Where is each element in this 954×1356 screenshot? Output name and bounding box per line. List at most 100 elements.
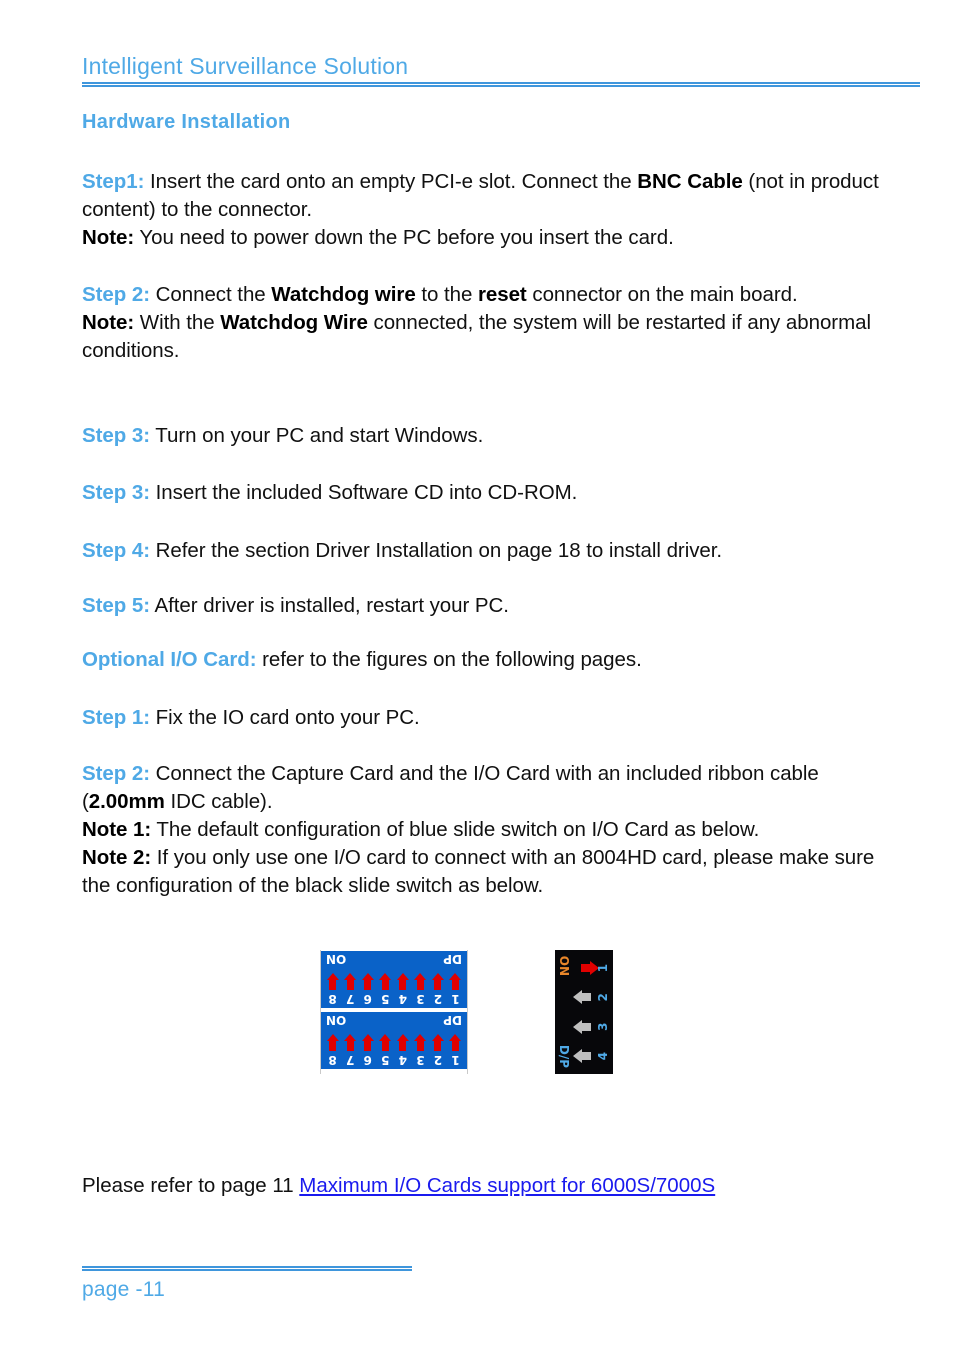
arrow-down-icon [434, 1040, 442, 1051]
note-label: Note: [82, 226, 135, 249]
emphasis-text: BNC Cable [637, 170, 743, 193]
footer-page-number: page -11 [82, 1278, 165, 1301]
emphasis-text: reset [477, 283, 527, 306]
blue-switch-position-2: 2 [433, 992, 443, 1006]
reference-link-maximum-io-cards[interactable]: Maximum I/O Cards support for 6000S/7000… [299, 1174, 715, 1197]
note-label: Note 1: [82, 818, 152, 841]
arrow-down-icon [381, 1040, 389, 1051]
note-line-2: Note 2: If you only use one I/O card to … [82, 844, 894, 900]
section-heading-hardware-installation: Hardware Installation [82, 111, 291, 133]
blue-switch-position-8: 8 [328, 1053, 337, 1067]
blue-switch-arrow-2 [430, 970, 445, 990]
black-switch-on-label: ON [557, 956, 571, 977]
emphasis-text: Watchdog wire [271, 283, 416, 306]
arrow-down-icon [346, 979, 354, 990]
step-label: Step 5: [82, 594, 150, 617]
step-block-4: Step 3: Insert the included Software CD … [82, 479, 894, 507]
blue-switch-arrows-1 [325, 970, 463, 990]
step-block-1: Step1: Insert the card onto an empty PCI… [82, 168, 894, 252]
blue-switch-position-4: 4 [398, 992, 407, 1006]
black-slide-switch-body: D/P ON 1 2 3 4 [555, 950, 613, 1074]
body-text: Insert the card onto an empty PCI-e slot… [144, 170, 638, 193]
step-block-8: Step 1: Fix the IO card onto your PC. [82, 704, 894, 732]
blue-switch-position-3: 3 [416, 1053, 425, 1067]
blue-switch-arrow-7 [343, 1031, 358, 1051]
step-line: Optional I/O Card: refer to the figures … [82, 646, 894, 674]
blue-switch-position-3: 3 [416, 992, 425, 1006]
note-line: Note: With the Watchdog Wire connected, … [82, 309, 894, 365]
blue-switch-arrow-7 [343, 970, 358, 990]
note-line: Note: You need to power down the PC befo… [82, 224, 894, 252]
black-switch-arrow-1 [581, 956, 591, 980]
body-text: Fix the IO card onto your PC. [150, 706, 420, 729]
emphasis-text: Watchdog Wire [220, 311, 368, 334]
step-label: Step 2: [82, 762, 150, 785]
step-line: Step 2: Connect the Watchdog wire to the… [82, 281, 894, 309]
arrow-on-icon [581, 964, 591, 973]
blue-switch-arrow-4 [395, 970, 410, 990]
blue-switch-arrow-8 [325, 970, 340, 990]
blue-switch-on-label-2: ON [326, 1013, 347, 1027]
body-text: IDC cable). [164, 790, 273, 813]
blue-switch-position-7: 7 [345, 1053, 355, 1067]
blue-switch-position-7: 7 [345, 992, 355, 1006]
arrow-down-icon [399, 979, 407, 990]
reference-prefix: Please refer to page 11 [82, 1174, 300, 1197]
black-switch-arrow-3 [581, 1015, 591, 1039]
blue-switch-arrow-1 [448, 1031, 463, 1051]
black-switch-dp-label: D/P [557, 1044, 571, 1068]
blue-switch-labels-2: DP ON [326, 1013, 462, 1027]
document-page: Intelligent Surveillance Solution Hardwa… [0, 0, 954, 1356]
body-text: connector on the main board. [526, 283, 798, 306]
blue-switch-arrow-4 [395, 1031, 410, 1051]
step-label: Step 3: [82, 481, 150, 504]
blue-switch-arrows-2 [325, 1031, 463, 1051]
note-line: Note 1: The default configuration of blu… [82, 816, 894, 844]
blue-switch-position-8: 8 [328, 992, 337, 1006]
blue-switch-arrow-2 [430, 1031, 445, 1051]
blue-switch-dp-label-1: DP [443, 952, 462, 966]
step-block-2: Step 2: Connect the Watchdog wire to the… [82, 281, 894, 365]
blue-switch-arrow-5 [378, 970, 393, 990]
note-label-2: Note 2: [82, 846, 152, 869]
step-label: Step1: [82, 170, 145, 193]
blue-switch-arrow-8 [325, 1031, 340, 1051]
arrow-down-icon [416, 979, 424, 990]
step-label: Step 4: [82, 539, 150, 562]
step-line: Step 3: Turn on your PC and start Window… [82, 422, 894, 450]
arrow-down-icon [399, 1040, 407, 1051]
blue-switch-arrow-1 [448, 970, 463, 990]
arrow-off-icon [581, 1052, 591, 1060]
blue-switch-arrow-3 [413, 970, 428, 990]
black-switch-position-4: 4 [596, 1051, 610, 1061]
step-label: Step 1: [82, 706, 150, 729]
arrow-down-icon [364, 1040, 372, 1051]
blue-switch-position-1: 1 [451, 992, 460, 1006]
blue-switch-position-6: 6 [363, 1053, 372, 1067]
step-label: Step 3: [82, 424, 150, 447]
blue-switch-position-5: 5 [381, 992, 390, 1006]
blue-slide-switch-panel-1: 12345678 DP ON [321, 951, 467, 1008]
body-text: Refer the section Driver Installation on… [150, 539, 723, 562]
blue-switch-position-5: 5 [381, 1053, 390, 1067]
blue-switch-position-1: 1 [451, 1053, 460, 1067]
step-line: Step 1: Fix the IO card onto your PC. [82, 704, 894, 732]
reference-line: Please refer to page 11 Maximum I/O Card… [82, 1172, 715, 1200]
note-label: Note: [82, 311, 135, 334]
body-text: You need to power down the PC before you… [134, 226, 674, 249]
body-text: After driver is installed, restart your … [150, 594, 510, 617]
arrow-down-icon [329, 979, 337, 990]
black-switch-position-numbers: 1 2 3 4 [596, 956, 611, 1068]
blue-switch-position-numbers-1: 12345678 [325, 991, 463, 1007]
blue-slide-switch-panel-2: 12345678 DP ON [321, 1012, 467, 1069]
header-divider-rule [82, 82, 920, 87]
black-switch-position-2: 2 [596, 993, 610, 1002]
body-text: to the [415, 283, 478, 306]
black-switch-arrow-4 [581, 1044, 591, 1068]
blue-switch-position-2: 2 [433, 1053, 443, 1067]
blue-switch-arrow-5 [378, 1031, 393, 1051]
body-text: refer to the figures on the following pa… [256, 648, 642, 671]
footer-divider-rule [82, 1266, 412, 1271]
arrow-off-icon [581, 993, 591, 1002]
arrow-off-icon [581, 1022, 591, 1031]
